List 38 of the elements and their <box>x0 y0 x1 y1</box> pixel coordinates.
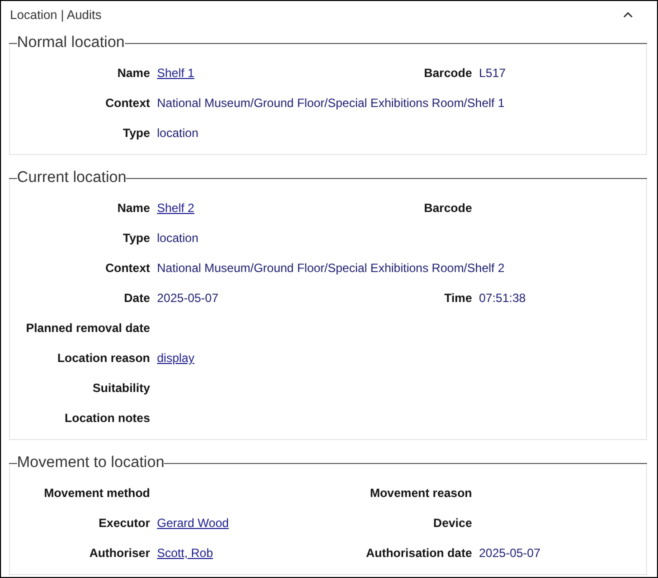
field-label: Name <box>116 201 150 215</box>
field-link[interactable]: Shelf 2 <box>157 201 194 215</box>
field-label: Location reason <box>56 351 150 365</box>
field-value: L517 <box>479 66 506 80</box>
field-label: Type <box>122 126 150 140</box>
field-label: Authoriser <box>88 546 150 560</box>
field-label: Date <box>122 291 150 305</box>
field-label: Authorisation date <box>364 546 472 560</box>
field-value: 2025-05-07 <box>479 546 540 560</box>
collapse-caret-icon[interactable] <box>623 12 633 18</box>
field-value: National Museum/Ground Floor/Special Exhibitions Room/Shelf 2 <box>157 261 505 275</box>
field-label: Name <box>116 66 150 80</box>
field-label: Device <box>432 516 472 530</box>
section-title: Movement to location <box>17 454 164 472</box>
field-label: Context <box>104 261 150 275</box>
field-link[interactable]: Gerard Wood <box>157 516 229 530</box>
field-label: Location notes <box>64 411 150 425</box>
field-value: 07:51:38 <box>479 291 526 305</box>
field-link[interactable]: Shelf 1 <box>157 66 194 80</box>
panel-title: Location | Audits <box>10 8 102 22</box>
field-label: Executor <box>98 516 150 530</box>
field-label: Time <box>443 291 472 305</box>
field-link[interactable]: Scott, Rob <box>157 546 214 560</box>
section-title: Normal location <box>17 34 125 52</box>
field-value: 2025-05-07 <box>157 291 218 305</box>
field-label: Type <box>122 231 150 245</box>
field-link[interactable]: display <box>157 351 194 365</box>
field-label: Movement method <box>42 486 150 500</box>
field-label: Suitability <box>92 381 150 395</box>
field-label: Barcode <box>422 201 472 215</box>
field-label: Planned removal date <box>24 321 150 335</box>
field-label: Barcode <box>422 66 472 80</box>
field-label: Context <box>104 96 150 110</box>
field-value: location <box>157 231 198 245</box>
field-value: National Museum/Ground Floor/Special Exhibitions Room/Shelf 1 <box>157 96 505 110</box>
section-title: Current location <box>17 169 126 187</box>
field-value: location <box>157 126 198 140</box>
field-label: Movement reason <box>368 486 472 500</box>
